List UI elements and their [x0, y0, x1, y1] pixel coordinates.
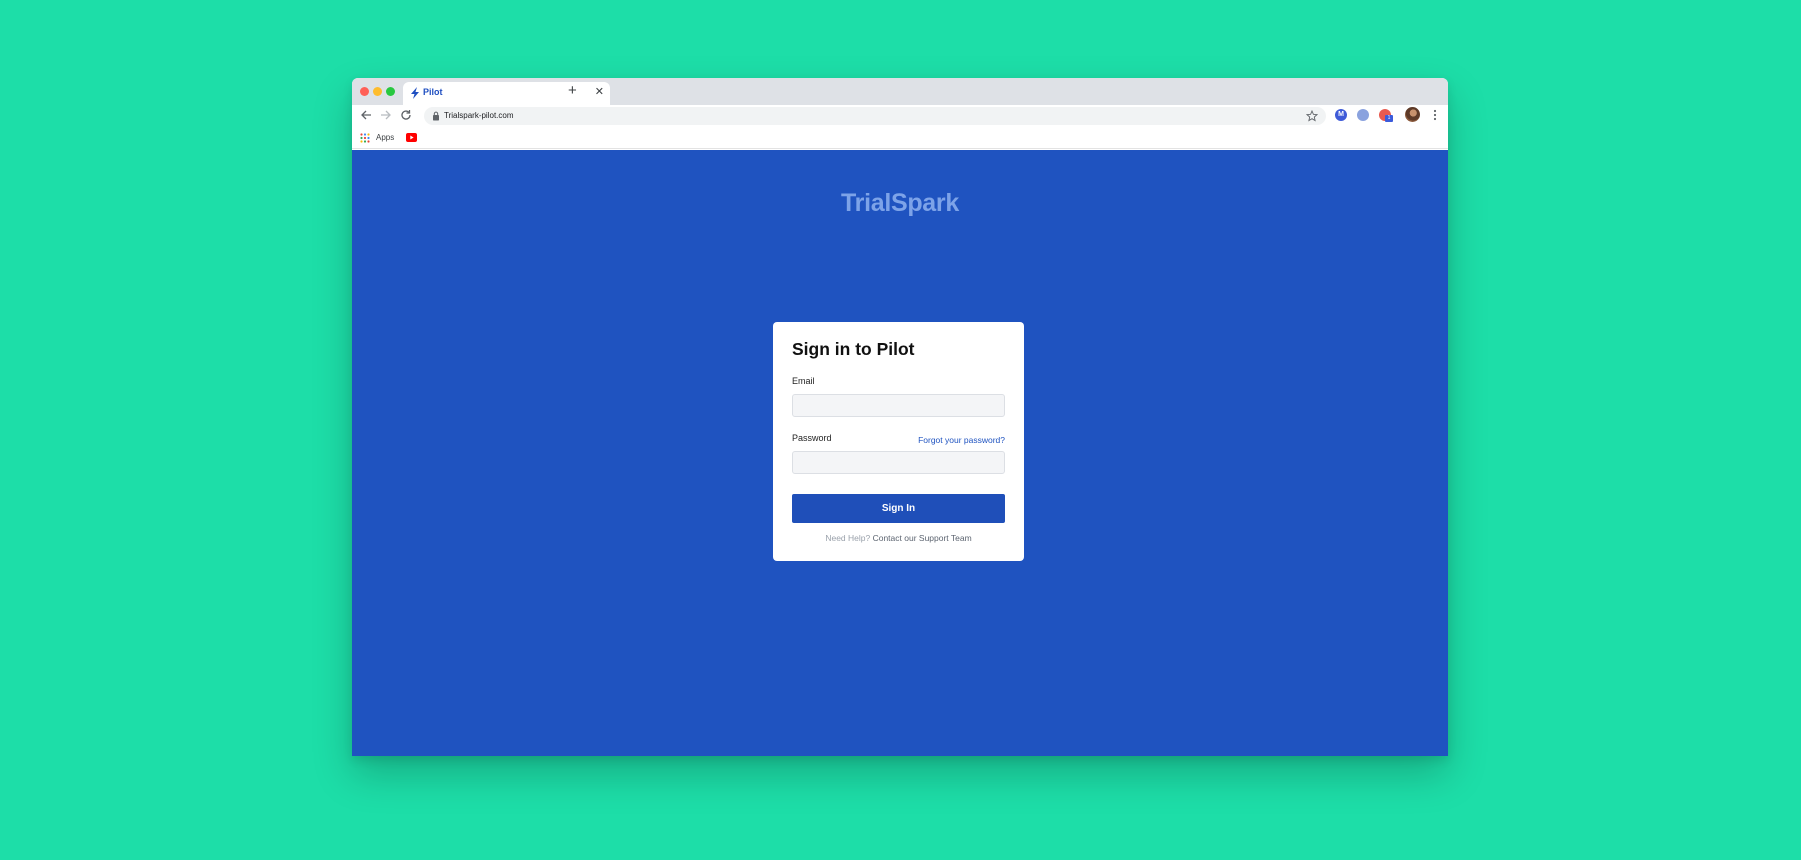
browser-toolbar: Trialspark-pilot.com M 1: [352, 105, 1448, 127]
apps-bookmark[interactable]: Apps: [376, 133, 394, 142]
forgot-password-link[interactable]: Forgot your password?: [918, 435, 1005, 445]
new-tab-button[interactable]: +: [568, 82, 577, 100]
trialspark-logo: TrialSpark: [841, 189, 959, 217]
bookmarks-bar: Apps: [352, 127, 1448, 149]
password-field[interactable]: [792, 451, 1005, 474]
pilot-favicon-icon: [411, 87, 419, 99]
menu-kebab-icon[interactable]: [1430, 108, 1440, 122]
tab-strip: Pilot ✕ +: [352, 78, 1448, 105]
maximize-window-button[interactable]: [386, 87, 395, 96]
email-field[interactable]: [792, 394, 1005, 417]
bookmark-star-icon[interactable]: [1306, 110, 1318, 122]
extension-badge-icon[interactable]: 1: [1379, 109, 1393, 122]
help-question: Need Help?: [825, 533, 871, 543]
sign-in-button[interactable]: Sign In: [792, 494, 1005, 523]
password-label: Password: [792, 433, 832, 443]
youtube-icon[interactable]: [406, 133, 417, 142]
sign-in-card: Sign in to Pilot Email Password Forgot y…: [773, 322, 1024, 561]
help-text: Need Help? Contact our Support Team: [773, 533, 1024, 543]
extension-grammar-icon[interactable]: [1357, 109, 1369, 121]
tab-close-icon[interactable]: ✕: [595, 85, 604, 99]
apps-grid-icon[interactable]: [360, 133, 370, 143]
email-label: Email: [792, 376, 815, 386]
reload-icon[interactable]: [399, 108, 413, 122]
url-text: Trialspark-pilot.com: [444, 111, 514, 120]
lock-icon: [433, 111, 439, 121]
address-bar[interactable]: Trialspark-pilot.com: [424, 107, 1326, 125]
forward-arrow-icon[interactable]: [379, 108, 393, 122]
browser-window: Pilot ✕ + Trialspark-pilot.com M 1 Apps …: [352, 78, 1448, 756]
extension-m-label: M: [1338, 111, 1344, 118]
back-arrow-icon[interactable]: [359, 108, 373, 122]
profile-avatar[interactable]: [1405, 107, 1420, 122]
tab-title: Pilot: [423, 87, 443, 97]
page-title: Sign in to Pilot: [792, 339, 915, 359]
login-page: TrialSpark Sign in to Pilot Email Passwo…: [352, 150, 1448, 756]
contact-support-link[interactable]: Contact our Support Team: [873, 533, 972, 543]
tab-pilot[interactable]: Pilot ✕: [403, 82, 610, 105]
close-window-button[interactable]: [360, 87, 369, 96]
extension-count-badge: 1: [1385, 115, 1393, 122]
extension-m-icon[interactable]: M: [1335, 109, 1347, 121]
minimize-window-button[interactable]: [373, 87, 382, 96]
